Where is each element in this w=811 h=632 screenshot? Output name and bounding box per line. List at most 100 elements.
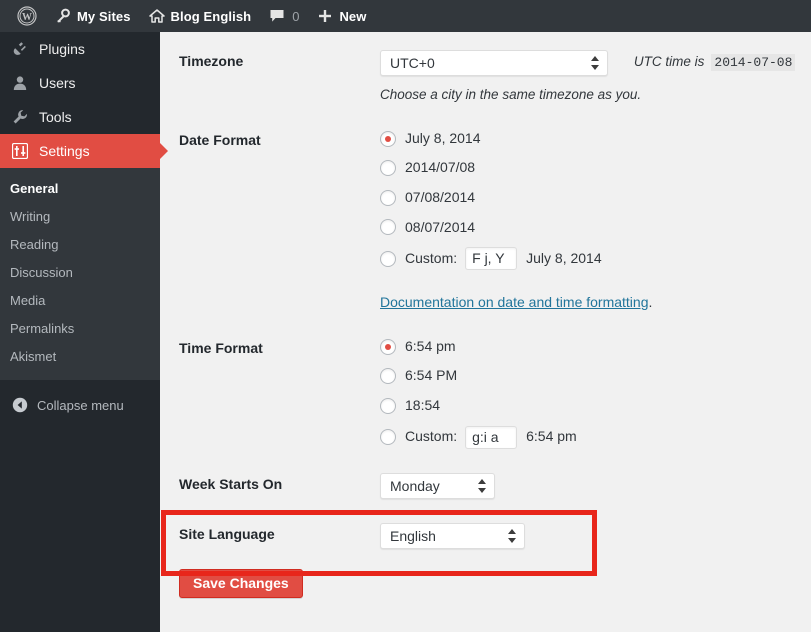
site-language-select[interactable]: English	[380, 522, 525, 549]
adminbar-item-new-content[interactable]: New	[308, 0, 375, 32]
adminbar-item-site-name[interactable]: Blog English	[140, 0, 261, 32]
site-language-value: English	[390, 527, 436, 544]
sidebar-label-users: Users	[39, 75, 76, 91]
date-format-option[interactable]: 07/08/2014	[380, 188, 801, 208]
radio-date-format-2[interactable]	[380, 189, 396, 206]
admin-bar: W My Sites Blog English 0 New	[0, 0, 811, 32]
radio-time-format-0[interactable]	[380, 338, 396, 355]
radio-label-date-format-custom: Custom:	[405, 249, 458, 266]
date-format-custom-preview: July 8, 2014	[526, 249, 602, 266]
radio-label-time-format-custom: Custom:	[405, 428, 458, 445]
timezone-select[interactable]: UTC+0	[380, 50, 608, 76]
sidebar-submenu-settings: General Writing Reading Discussion Media…	[0, 168, 160, 380]
sidebar-item-users[interactable]: Users	[0, 66, 160, 100]
plug-icon	[10, 41, 30, 57]
utc-time-label: UTC time is	[633, 54, 705, 70]
stepper-arrows-icon	[478, 478, 487, 493]
sidebar-item-plugins[interactable]: Plugins	[0, 32, 160, 66]
radio-time-format-1[interactable]	[380, 368, 396, 385]
week-starts-on-select[interactable]: Monday	[380, 472, 495, 499]
wordpress-logo-icon: W	[17, 6, 37, 26]
radio-date-format-custom[interactable]	[380, 250, 396, 267]
sidebar-subitem-media[interactable]: Media	[0, 287, 160, 315]
label-site-language: Site Language	[179, 525, 275, 542]
label-week-starts-on: Week Starts On	[179, 475, 283, 492]
adminbar-item-my-sites[interactable]: My Sites	[46, 0, 140, 32]
adminbar-label-site-name: Blog English	[170, 8, 252, 24]
admin-sidebar: Plugins Users Tools Settings General Wri…	[0, 32, 168, 632]
utc-time-value: 2014-07-08	[711, 54, 796, 72]
wrench-icon	[10, 109, 30, 125]
date-time-documentation-link[interactable]: Documentation on date and time formattin…	[380, 293, 649, 313]
submit-area: Save Changes	[160, 559, 811, 599]
collapse-menu-label: Collapse menu	[37, 397, 124, 413]
plus-icon	[317, 8, 333, 24]
week-starts-on-value: Monday	[390, 477, 440, 494]
sidebar-subitem-discussion[interactable]: Discussion	[0, 259, 160, 287]
label-date-format: Date Format	[179, 131, 261, 148]
user-icon	[10, 75, 30, 91]
radio-date-format-1[interactable]	[380, 160, 396, 177]
sidebar-subitem-reading[interactable]: Reading	[0, 231, 160, 259]
radio-time-format-custom[interactable]	[380, 429, 396, 446]
utc-time-note: UTC time is 2014-07-08	[634, 53, 796, 72]
row-week-starts-on: Week Starts On Monday	[160, 459, 811, 509]
sidebar-subitem-permalinks[interactable]: Permalinks	[0, 315, 160, 343]
doc-link-period: .	[648, 294, 653, 311]
adminbar-label-my-sites: My Sites	[77, 8, 131, 24]
radio-date-format-0[interactable]	[380, 130, 396, 147]
row-time-format: Time Format 6:54 pm 6:54 PM 18:54 Custom…	[160, 323, 811, 459]
adminbar-comment-count: 0	[292, 8, 300, 24]
date-format-option[interactable]: 08/07/2014	[380, 218, 801, 238]
date-format-doc-row: Documentation on date and time formattin…	[380, 280, 801, 313]
radio-date-format-3[interactable]	[380, 219, 396, 236]
date-format-custom-option[interactable]: Custom: F j, Y July 8, 2014	[380, 247, 801, 271]
radio-time-format-2[interactable]	[380, 397, 396, 414]
date-format-option[interactable]: 2014/07/08	[380, 158, 801, 178]
radio-label-time-format-2: 18:54	[405, 397, 441, 414]
date-format-custom-input[interactable]: F j, Y	[465, 247, 518, 271]
radio-label-date-format-2: 07/08/2014	[405, 189, 476, 206]
sidebar-item-settings[interactable]: Settings	[0, 134, 168, 168]
home-icon	[148, 8, 165, 24]
sidebar-label-plugins: Plugins	[39, 41, 85, 57]
time-format-option[interactable]: 18:54	[380, 396, 801, 416]
adminbar-item-comments[interactable]: 0	[260, 0, 308, 32]
adminbar-item-wordpress-logo[interactable]: W	[8, 0, 46, 32]
radio-label-date-format-0: July 8, 2014	[405, 129, 481, 146]
sidebar-subitem-akismet[interactable]: Akismet	[0, 343, 160, 371]
stepper-arrows-icon	[591, 56, 600, 70]
arrow-left-circle-icon	[12, 397, 28, 413]
label-timezone: Timezone	[179, 53, 244, 69]
time-format-custom-option[interactable]: Custom: g:i a 6:54 pm	[380, 425, 801, 449]
comment-bubble-icon	[269, 8, 285, 24]
date-format-option[interactable]: July 8, 2014	[380, 129, 801, 149]
radio-label-date-format-3: 08/07/2014	[405, 218, 476, 235]
time-format-option[interactable]: 6:54 pm	[380, 337, 801, 357]
sidebar-label-tools: Tools	[39, 109, 72, 125]
sidebar-label-settings: Settings	[39, 143, 90, 159]
time-format-option[interactable]: 6:54 PM	[380, 366, 801, 386]
sliders-icon	[10, 143, 30, 159]
radio-label-time-format-1: 6:54 PM	[405, 367, 458, 384]
sidebar-item-tools[interactable]: Tools	[0, 100, 160, 134]
radio-label-time-format-0: 6:54 pm	[405, 337, 456, 354]
general-settings-form: Timezone UTC+0 UTC time is 2014-07-08 Cho…	[160, 36, 811, 559]
stepper-arrows-icon	[508, 528, 517, 543]
time-format-custom-input[interactable]: g:i a	[465, 425, 518, 449]
svg-text:W: W	[22, 12, 32, 23]
row-date-format: Date Format July 8, 2014 2014/07/08 07/0…	[160, 115, 811, 323]
save-changes-button[interactable]: Save Changes	[179, 569, 303, 599]
settings-content: Timezone UTC+0 UTC time is 2014-07-08 Cho…	[160, 32, 811, 632]
row-timezone: Timezone UTC+0 UTC time is 2014-07-08 Cho…	[160, 36, 811, 115]
label-time-format: Time Format	[179, 339, 263, 356]
sidebar-subitem-writing[interactable]: Writing	[0, 203, 160, 231]
timezone-description: Choose a city in the same timezone as yo…	[380, 87, 642, 102]
sidebar-subitem-general[interactable]: General	[0, 175, 160, 203]
adminbar-label-new-content: New	[339, 8, 367, 24]
collapse-menu-button[interactable]: Collapse menu	[0, 388, 160, 422]
radio-label-date-format-1: 2014/07/08	[405, 159, 476, 176]
timezone-select-value: UTC+0	[390, 55, 435, 71]
row-site-language: Site Language English	[160, 509, 811, 559]
time-format-custom-preview: 6:54 pm	[526, 428, 577, 445]
